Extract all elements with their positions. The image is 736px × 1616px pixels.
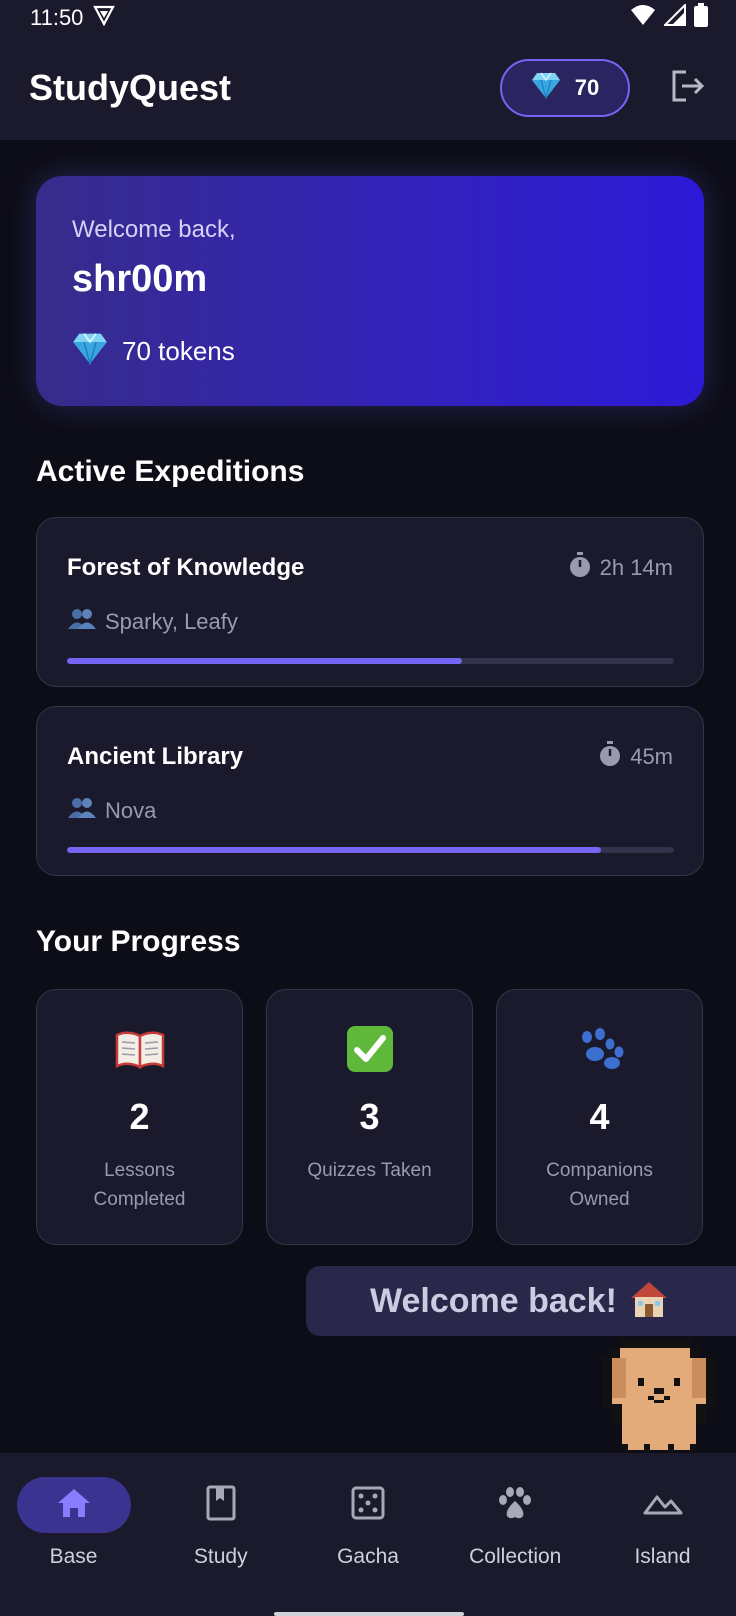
- dice-icon: [351, 1486, 385, 1525]
- stopwatch-icon: [598, 741, 622, 773]
- paw-icon: [497, 1486, 533, 1525]
- logout-button[interactable]: [668, 68, 708, 108]
- book-icon: [115, 1024, 165, 1074]
- welcome-greeting: Welcome back,: [72, 216, 236, 243]
- home-indicator: [274, 1612, 464, 1616]
- quizzes-label: Quizzes Taken: [307, 1160, 432, 1181]
- nav-study[interactable]: Study: [147, 1453, 294, 1616]
- expedition-card[interactable]: Forest of Knowledge 2h 14m Sparky, Leafy: [36, 517, 704, 687]
- quizzes-count: 3: [359, 1096, 380, 1137]
- welcome-card: Welcome back, shr00m 70 tokens: [36, 176, 704, 406]
- nav-gacha[interactable]: Gacha: [295, 1453, 442, 1616]
- nav-base[interactable]: Base: [0, 1453, 147, 1616]
- nav-island[interactable]: Island: [589, 1453, 736, 1616]
- token-summary: 70 tokens: [72, 331, 668, 372]
- nav-collection[interactable]: Collection: [442, 1453, 589, 1616]
- people-icon: [67, 608, 97, 636]
- paw-icon: [575, 1024, 625, 1074]
- expedition-timer: 2h 14m: [568, 552, 673, 584]
- bottom-navigation: Base Study Gacha Collection Island: [0, 1453, 736, 1616]
- progress-heading: Your Progress: [36, 925, 241, 958]
- progress-tiles: 2 Lessons Completed 3 Quizzes Taken 4 Co…: [36, 989, 704, 1245]
- people-icon: [67, 797, 97, 825]
- expedition-member-names: Nova: [105, 798, 157, 823]
- token-balance-pill[interactable]: 70: [500, 59, 630, 117]
- expedition-progress-fill: [67, 658, 462, 664]
- wifi-icon: [630, 4, 656, 32]
- app-title: StudyQuest: [29, 67, 232, 108]
- stopwatch-icon: [568, 552, 592, 584]
- nav-label-gacha: Gacha: [337, 1545, 399, 1568]
- nav-active-indicator: [16, 1477, 131, 1533]
- book-bookmark-icon: [206, 1485, 236, 1526]
- nav-label-collection: Collection: [469, 1545, 562, 1568]
- expedition-member-names: Sparky, Leafy: [105, 609, 238, 634]
- status-bar: 11:50: [0, 0, 736, 36]
- progress-tile-companions: 4 Companions Owned: [496, 989, 703, 1245]
- expedition-time-left: 45m: [630, 744, 673, 769]
- gem-icon: [531, 71, 561, 105]
- house-icon: [629, 1280, 669, 1323]
- app-bar: StudyQuest 70: [0, 36, 736, 140]
- dog-mascot[interactable]: [600, 1336, 718, 1454]
- token-summary-text: 70 tokens: [122, 336, 235, 366]
- expedition-progress-bar: [67, 658, 674, 664]
- progress-tile-quizzes: 3 Quizzes Taken: [266, 989, 473, 1245]
- progress-tile-lessons: 2 Lessons Completed: [36, 989, 243, 1245]
- expedition-name: Forest of Knowledge: [67, 554, 305, 581]
- mountain-icon: [643, 1491, 683, 1520]
- expedition-timer: 45m: [598, 741, 673, 773]
- home-icon: [57, 1488, 91, 1523]
- token-count: 70: [574, 75, 600, 100]
- expedition-card[interactable]: Ancient Library 45m Nova: [36, 706, 704, 876]
- toast-text: Welcome back!: [370, 1281, 617, 1320]
- lessons-count: 2: [129, 1096, 150, 1137]
- logout-icon: [670, 69, 706, 108]
- lessons-label: Lessons Completed: [93, 1160, 186, 1210]
- expedition-progress-fill: [67, 847, 602, 853]
- companions-label: Companions Owned: [546, 1160, 653, 1210]
- companions-count: 4: [589, 1096, 610, 1137]
- checkmark-icon: [345, 1024, 395, 1074]
- expedition-members: Sparky, Leafy: [67, 608, 673, 636]
- battery-icon: [694, 3, 708, 33]
- nav-label-base: Base: [49, 1545, 98, 1568]
- vpn-icon: [93, 4, 116, 32]
- gem-icon: [72, 331, 108, 372]
- expedition-progress-bar: [67, 847, 674, 853]
- nav-label-island: Island: [634, 1545, 691, 1568]
- expedition-time-left: 2h 14m: [599, 555, 673, 580]
- expedition-members: Nova: [67, 797, 673, 825]
- expedition-name: Ancient Library: [67, 743, 244, 770]
- status-time: 11:50: [30, 5, 84, 30]
- username: shr00m: [72, 258, 208, 300]
- nav-label-study: Study: [193, 1545, 248, 1568]
- signal-icon: [662, 2, 686, 32]
- expeditions-heading: Active Expeditions: [36, 455, 305, 488]
- welcome-toast: Welcome back!: [306, 1266, 736, 1336]
